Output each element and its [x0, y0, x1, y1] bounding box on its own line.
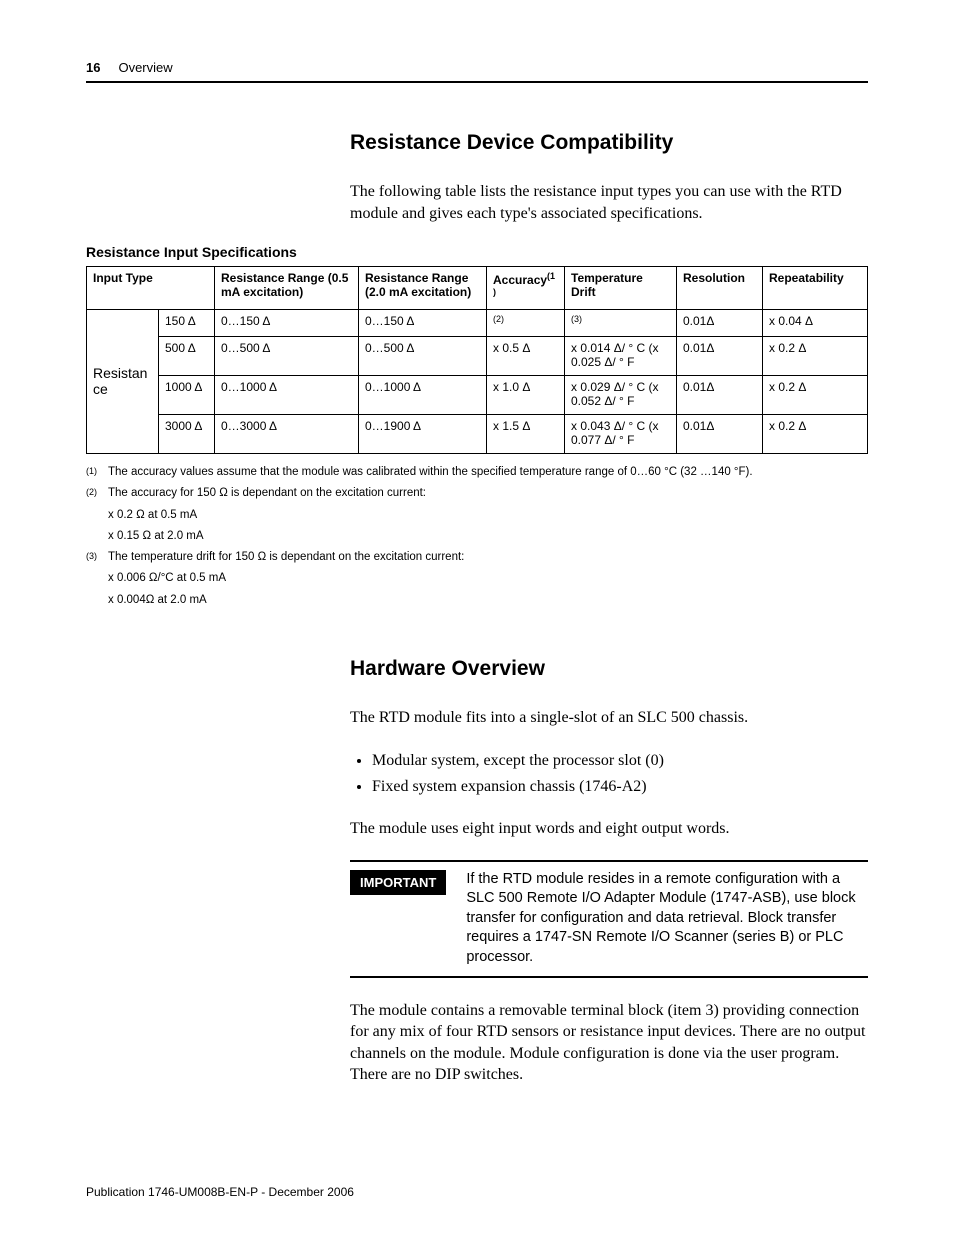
footnote-subline: x 0.15 Ω at 2.0 mA — [108, 528, 868, 545]
hw-paragraph-2: The module uses eight input words and ei… — [350, 818, 868, 840]
cell-drift: (3) — [565, 310, 677, 337]
hw-paragraph-3: The module contains a removable terminal… — [350, 1000, 868, 1086]
footnote-mark: (3) — [86, 549, 108, 566]
cell-repeat: x 0.2 Δ — [763, 337, 868, 376]
cell-r05: 0…150 Δ — [215, 310, 359, 337]
hw-bullets: Modular system, except the processor slo… — [372, 749, 868, 801]
table-title: Resistance Input Specifications — [86, 244, 868, 260]
col-repeatability: Repeatability — [763, 267, 868, 310]
col-temp-drift: Temperature Drift — [565, 267, 677, 310]
cell-repeat: x 0.2 Δ — [763, 376, 868, 415]
cell-r20: 0…1900 Δ — [359, 415, 487, 454]
important-label: IMPORTANT — [350, 870, 446, 895]
cell-type: 500 Δ — [159, 337, 215, 376]
spec-table: Input Type Resistance Range (0.5 mA exci… — [86, 266, 868, 454]
footnote-subline: x 0.2 Ω at 0.5 mA — [108, 507, 868, 524]
col-resolution: Resolution — [677, 267, 763, 310]
cell-repeat: x 0.04 Δ — [763, 310, 868, 337]
section-heading-1: Resistance Device Compatibility — [350, 131, 868, 155]
important-callout: IMPORTANT If the RTD module resides in a… — [350, 860, 868, 978]
footnote-text: The accuracy for 150 Ω is dependant on t… — [108, 485, 868, 502]
cell-r20: 0…1000 Δ — [359, 376, 487, 415]
cell-drift: x 0.029 Δ/ ° C (x 0.052 Δ/ ° F — [565, 376, 677, 415]
col-input-type: Input Type — [87, 267, 215, 310]
cell-r05: 0…3000 Δ — [215, 415, 359, 454]
table-row: 500 Δ 0…500 Δ 0…500 Δ x 0.5 Δ x 0.014 Δ/… — [87, 337, 868, 376]
list-item: Fixed system expansion chassis (1746-A2) — [372, 775, 868, 800]
col-range-05: Resistance Range (0.5 mA excitation) — [215, 267, 359, 310]
cell-drift: x 0.014 Δ/ ° C (x 0.025 Δ/ ° F — [565, 337, 677, 376]
running-header: 16 Overview — [86, 60, 868, 83]
cell-resolution: 0.01Δ — [677, 310, 763, 337]
cell-accuracy: x 1.5 Δ — [487, 415, 565, 454]
cell-type: 150 Δ — [159, 310, 215, 337]
col-accuracy: Accuracy(1) — [487, 267, 565, 310]
cell-type: 3000 Δ — [159, 415, 215, 454]
header-section: Overview — [118, 60, 172, 75]
cell-r05: 0…500 Δ — [215, 337, 359, 376]
intro-paragraph: The following table lists the resistance… — [350, 181, 868, 224]
section-heading-2: Hardware Overview — [350, 657, 868, 681]
footnote-mark: (1) — [86, 464, 108, 481]
col-range-20: Resistance Range (2.0 mA excitation) — [359, 267, 487, 310]
cell-resolution: 0.01Δ — [677, 415, 763, 454]
footnote-text: The accuracy values assume that the modu… — [108, 464, 868, 481]
list-item: Modular system, except the processor slo… — [372, 749, 868, 774]
page-number: 16 — [86, 60, 100, 75]
table-row: Resistance 150 Δ 0…150 Δ 0…150 Δ (2) (3)… — [87, 310, 868, 337]
cell-r05: 0…1000 Δ — [215, 376, 359, 415]
footnote-subline: x 0.004Ω at 2.0 mA — [108, 592, 868, 609]
cell-resolution: 0.01Δ — [677, 376, 763, 415]
hw-paragraph-1: The RTD module fits into a single-slot o… — [350, 707, 868, 729]
footnote-text: The temperature drift for 150 Ω is depen… — [108, 549, 868, 566]
cell-drift: x 0.043 Δ/ ° C (x 0.077 Δ/ ° F — [565, 415, 677, 454]
page: 16 Overview Resistance Device Compatibil… — [0, 0, 954, 1235]
cell-accuracy: (2) — [487, 310, 565, 337]
cell-resolution: 0.01Δ — [677, 337, 763, 376]
footnote-subline: x 0.006 Ω/°C at 0.5 mA — [108, 570, 868, 587]
footnotes: (1) The accuracy values assume that the … — [86, 464, 868, 609]
publication-line: Publication 1746-UM008B-EN-P - December … — [86, 1185, 354, 1199]
cell-r20: 0…500 Δ — [359, 337, 487, 376]
important-text: If the RTD module resides in a remote co… — [466, 870, 868, 968]
cell-accuracy: x 1.0 Δ — [487, 376, 565, 415]
cell-r20: 0…150 Δ — [359, 310, 487, 337]
footnote-mark: (2) — [86, 485, 108, 502]
cell-accuracy: x 0.5 Δ — [487, 337, 565, 376]
table-row: 1000 Δ 0…1000 Δ 0…1000 Δ x 1.0 Δ x 0.029… — [87, 376, 868, 415]
row-group-label: Resistance — [87, 310, 159, 454]
cell-repeat: x 0.2 Δ — [763, 415, 868, 454]
table-row: 3000 Δ 0…3000 Δ 0…1900 Δ x 1.5 Δ x 0.043… — [87, 415, 868, 454]
cell-type: 1000 Δ — [159, 376, 215, 415]
